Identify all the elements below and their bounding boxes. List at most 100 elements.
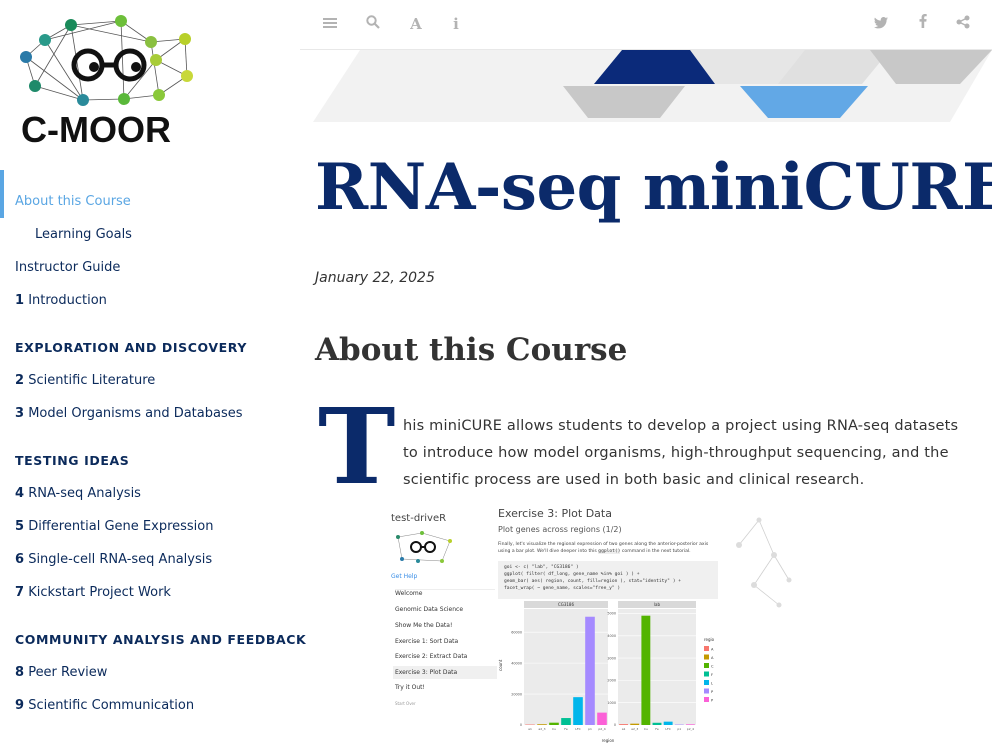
twitter-icon[interactable] [871, 14, 891, 34]
sidebar-item-scientific-literature[interactable]: 2 Scientific Literature [15, 373, 155, 388]
x-tick-label: Cu [644, 727, 648, 731]
app-nav-try[interactable]: Try it Out! [395, 684, 425, 691]
chapter-number: 9 [15, 698, 25, 713]
x-tick-label: p2_4 [598, 727, 605, 731]
section-exploration: EXPLORATION AND DISCOVERY [15, 340, 247, 355]
section-community: COMMUNITY ANALYSIS AND FEEDBACK [15, 632, 307, 647]
legend-swatch [704, 646, 709, 651]
sidebar-item-differential-expression[interactable]: 5 Differential Gene Expression [15, 519, 214, 534]
chapter-number: 4 [15, 486, 25, 501]
code-line: facet_wrap( ~ gene_name, scales="free_y"… [504, 586, 621, 591]
get-help-link[interactable]: Get Help [391, 573, 417, 580]
x-tick-label: LFC [575, 727, 581, 731]
font-icon[interactable]: A [406, 14, 426, 34]
code-line: goi <- c( "lab", "CG3186" ) [504, 565, 579, 570]
sidebar-item-label: RNA-seq Analysis [28, 486, 141, 501]
sidebar-item-about[interactable]: About this Course [15, 194, 131, 209]
legend-swatch [704, 663, 709, 668]
app-nav-ex2[interactable]: Exercise 2: Extract Data [395, 653, 467, 660]
code-block: goi <- c( "lab", "CG3186" ) ggplot( filt… [498, 561, 718, 599]
plot-panel [618, 609, 696, 725]
exercise-desc-2: using a bar plot. We'll dive deeper into… [498, 549, 691, 554]
sidebar-item-label: Instructor Guide [15, 260, 121, 275]
x-tick-label: p1 [677, 727, 681, 731]
legend-title: regio [704, 637, 715, 642]
x-axis-label: region [602, 738, 615, 743]
x-tick-label: a1 [528, 727, 532, 731]
app-nav-show[interactable]: Show Me the Data! [395, 622, 452, 629]
section-testing-ideas: TESTING IDEAS [15, 453, 130, 468]
bar [597, 712, 607, 725]
y-tick-label: 60000 [511, 630, 522, 634]
sidebar-item-label: Peer Review [28, 665, 108, 680]
sidebar-item-peer-review[interactable]: 8 Peer Review [15, 665, 107, 680]
desc-text: using a bar plot. We'll dive deeper into… [498, 549, 597, 554]
page-title: RNA-seq miniCURE [315, 150, 992, 225]
x-tick-label: LFC [665, 727, 671, 731]
x-tick-label: a2_3 [538, 727, 545, 731]
plot-panel [524, 609, 608, 725]
sidebar-item-scientific-communication[interactable]: 9 Scientific Communication [15, 698, 194, 713]
app-nav-welcome[interactable]: Welcome [395, 589, 495, 597]
bar-plot-chart: countCG31866000040000200000a1 a2_3 Cu Fe LFC… [498, 601, 715, 743]
y-tick-label: 5000 [607, 612, 616, 616]
legend-label: C [711, 665, 714, 669]
facet-label: lab [654, 602, 661, 607]
sidebar-item-introduction[interactable]: 1 Introduction [15, 293, 107, 308]
bar [641, 615, 651, 725]
sidebar-item-instructor-guide[interactable]: Instructor Guide [15, 260, 120, 275]
top-toolbar: A i [300, 0, 992, 50]
sidebar-item-learning-goals[interactable]: Learning Goals [35, 227, 132, 242]
search-icon[interactable] [363, 14, 383, 34]
app-nav-genomic[interactable]: Genomic Data Science [395, 606, 463, 613]
menu-icon[interactable] [320, 14, 340, 34]
x-tick-label: Cu [552, 727, 556, 731]
sidebar-item-label: Kickstart Project Work [28, 585, 171, 600]
app-nav-start-over[interactable]: Start Over [395, 701, 416, 706]
app-logo [396, 531, 452, 563]
desc-code: ggplot() [598, 549, 621, 554]
section-heading: About this Course [315, 332, 628, 368]
decorative-network [736, 517, 792, 608]
sidebar-item-label: Differential Gene Expression [28, 519, 214, 534]
app-nav-ex3[interactable]: Exercise 3: Plot Data [393, 666, 497, 679]
sidebar: C-MOOR About this Course Learning Goals … [0, 0, 306, 744]
chapter-number: 5 [15, 519, 25, 534]
drop-cap: T [318, 385, 396, 508]
sidebar-item-kickstart[interactable]: 7 Kickstart Project Work [15, 585, 171, 600]
sidebar-item-single-cell[interactable]: 6 Single-cell RNA-seq Analysis [15, 552, 212, 567]
info-icon[interactable]: i [446, 14, 466, 34]
bar [619, 724, 629, 725]
page-date: January 22, 2025 [315, 270, 435, 286]
sidebar-item-rna-seq-analysis[interactable]: 4 RNA-seq Analysis [15, 486, 141, 501]
legend-swatch [704, 654, 709, 660]
share-icon[interactable] [953, 14, 973, 34]
x-tick-label: p1 [588, 727, 592, 731]
chapter-number: 6 [15, 552, 25, 567]
bar [561, 718, 571, 725]
sidebar-item-label: Scientific Literature [28, 373, 156, 388]
sidebar-item-label: About this Course [15, 194, 131, 209]
exercise-title: Exercise 3: Plot Data [498, 507, 612, 520]
facebook-icon[interactable] [913, 14, 933, 34]
app-screenshot-figure: test-driveR Get Help Welcome Genomic Dat… [374, 505, 796, 744]
legend-swatch [704, 671, 709, 677]
y-axis-label: count [498, 659, 503, 671]
code-line: geom_bar( aes( region, count, fill=regio… [504, 579, 682, 584]
app-nav-ex1[interactable]: Exercise 1: Sort Data [395, 638, 458, 645]
bar [573, 697, 583, 725]
bar [685, 724, 695, 725]
bar [652, 722, 662, 725]
sidebar-item-model-organisms[interactable]: 3 Model Organisms and Databases [15, 406, 243, 421]
y-tick-label: 20000 [511, 692, 522, 696]
bar [549, 722, 559, 725]
facet-label: CG3186 [558, 602, 575, 607]
y-tick-label: 3000 [607, 656, 616, 660]
y-tick-label: 1000 [607, 701, 616, 705]
chapter-number: 7 [15, 585, 25, 600]
y-tick-label: 0 [520, 723, 522, 727]
legend-label: L [711, 682, 713, 686]
c-moor-logo[interactable]: C-MOOR [16, 10, 206, 150]
legend-label: A [711, 648, 714, 652]
y-tick-label: 4000 [607, 634, 616, 638]
